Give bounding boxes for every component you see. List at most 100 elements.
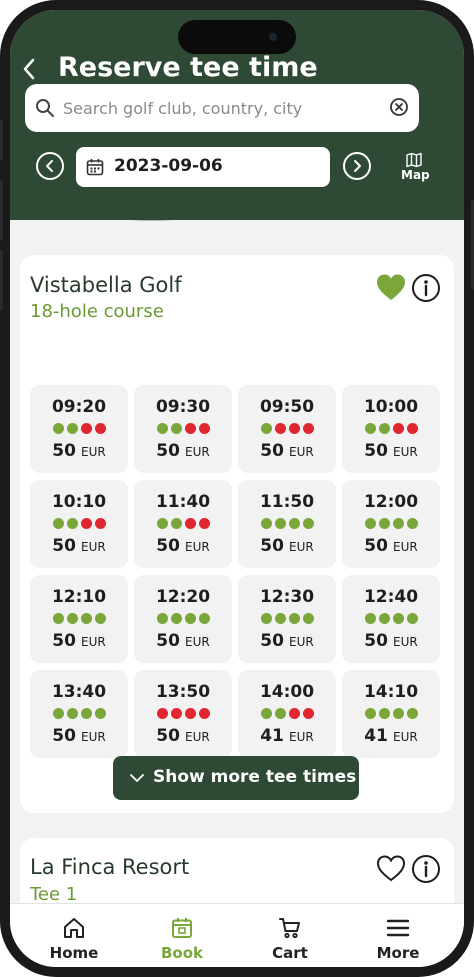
tee-time-price: 50 EUR [134, 726, 232, 746]
menu-icon [386, 919, 410, 937]
tab-cart[interactable]: Cart [240, 904, 340, 967]
tee-time: 12:20 [155, 587, 211, 607]
map-label[interactable]: Map [401, 168, 430, 182]
available-spot-dot [170, 518, 182, 529]
available-spot-dot [260, 708, 272, 719]
booked-spot-dot [406, 423, 418, 434]
tee-time-price: 50 EUR [238, 631, 336, 651]
available-spot-dot [364, 708, 376, 719]
booked-spot-dot [274, 423, 286, 434]
available-spot-dot [378, 613, 390, 624]
side-button [0, 250, 3, 310]
available-spot-dot [170, 423, 182, 434]
chevron-left-icon [46, 160, 53, 172]
price-amount: 50 [364, 441, 388, 461]
price-currency: EUR [289, 540, 314, 554]
tee-time-slot[interactable]: 09:20 50 EUR [30, 385, 128, 473]
availability-indicator [30, 518, 128, 529]
available-spot-dot [156, 613, 168, 624]
clear-search-icon[interactable] [389, 97, 409, 117]
tee-time-slot[interactable]: 14:10 41 EUR [342, 670, 440, 758]
tee-time-slot[interactable]: 12:40 50 EUR [342, 575, 440, 663]
tee-time-price: 50 EUR [30, 536, 128, 556]
tee-time-slot[interactable]: 10:10 50 EUR [30, 480, 128, 568]
next-day-button[interactable] [343, 152, 371, 180]
available-spot-dot [156, 518, 168, 529]
heart-outline-icon[interactable] [376, 854, 406, 884]
tee-time-price: 50 EUR [238, 536, 336, 556]
tee-time: 10:00 [363, 397, 419, 417]
tee-time: 12:30 [259, 587, 315, 607]
booked-spot-dot [198, 518, 210, 529]
search-input[interactable] [63, 84, 373, 132]
available-spot-dot [274, 518, 286, 529]
tee-time-price: 50 EUR [30, 726, 128, 746]
available-spot-dot [378, 423, 390, 434]
tee-time-slot[interactable]: 10:00 50 EUR [342, 385, 440, 473]
tee-time: 11:40 [155, 492, 211, 512]
tab-more[interactable]: More [348, 904, 448, 967]
booked-spot-dot [184, 518, 196, 529]
tee-time-slot[interactable]: 14:00 41 EUR [238, 670, 336, 758]
price-amount: 50 [364, 536, 388, 556]
available-spot-dot [364, 518, 376, 529]
available-spot-dot [274, 613, 286, 624]
side-button [0, 180, 3, 240]
club-name[interactable]: Vistabella Golf [30, 273, 182, 297]
tee-time-slot[interactable]: 12:00 50 EUR [342, 480, 440, 568]
available-spot-dot [260, 613, 272, 624]
tee-time: 12:10 [51, 587, 107, 607]
heart-filled-icon[interactable] [376, 273, 406, 303]
tee-time: 13:40 [51, 682, 107, 702]
booked-spot-dot [392, 423, 404, 434]
available-spot-dot [66, 518, 78, 529]
tee-time-slot[interactable]: 12:20 50 EUR [134, 575, 232, 663]
app-screen: Reserve tee time Search golf club, count… [10, 10, 464, 967]
tab-label: Book [160, 944, 204, 962]
price-amount: 50 [52, 631, 76, 651]
availability-indicator [342, 423, 440, 434]
tee-time-slot[interactable]: 12:30 50 EUR [238, 575, 336, 663]
map-icon[interactable] [406, 152, 422, 168]
tab-book[interactable]: Book [132, 904, 232, 967]
previous-day-button[interactable] [36, 152, 64, 180]
date-picker[interactable]: 2023-09-06 [76, 147, 330, 187]
home-icon [64, 918, 84, 938]
tee-time-slot[interactable]: 13:50 50 EUR [134, 670, 232, 758]
tee-time-slot[interactable]: 11:50 50 EUR [238, 480, 336, 568]
available-spot-dot [156, 423, 168, 434]
price-amount: 50 [260, 441, 284, 461]
show-more-tee-times-button[interactable]: Show more tee times [113, 756, 359, 800]
info-icon[interactable] [411, 273, 441, 303]
tee-time-slot[interactable]: 09:30 50 EUR [134, 385, 232, 473]
available-spot-dot [302, 613, 314, 624]
availability-indicator [342, 613, 440, 624]
tee-time-slot[interactable]: 09:50 50 EUR [238, 385, 336, 473]
tee-time-slot[interactable]: 13:40 50 EUR [30, 670, 128, 758]
available-spot-dot [52, 613, 64, 624]
available-spot-dot [66, 708, 78, 719]
price-amount: 50 [156, 441, 180, 461]
tab-home[interactable]: Home [24, 904, 124, 967]
back-arrow-icon[interactable] [18, 56, 40, 82]
club-name[interactable]: La Finca Resort [30, 855, 189, 879]
tee-time-price: 50 EUR [134, 441, 232, 461]
tee-time: 09:20 [51, 397, 107, 417]
club-subtitle: Tee 1 [30, 884, 78, 905]
availability-indicator [134, 708, 232, 719]
price-amount: 50 [52, 726, 76, 746]
available-spot-dot [198, 613, 210, 624]
price-currency: EUR [185, 635, 210, 649]
booked-spot-dot [302, 708, 314, 719]
available-spot-dot [80, 708, 92, 719]
cart-icon [279, 918, 300, 939]
search-bar[interactable] [25, 84, 419, 132]
side-button [0, 120, 3, 160]
club-card: Vistabella Golf 18-hole course 09:20 50 E… [20, 255, 454, 813]
tee-time-price: 50 EUR [342, 441, 440, 461]
tee-time-slot[interactable]: 12:10 50 EUR [30, 575, 128, 663]
tee-time-price: 50 EUR [134, 631, 232, 651]
booked-spot-dot [198, 708, 210, 719]
tee-time-slot[interactable]: 11:40 50 EUR [134, 480, 232, 568]
info-icon[interactable] [411, 854, 441, 884]
